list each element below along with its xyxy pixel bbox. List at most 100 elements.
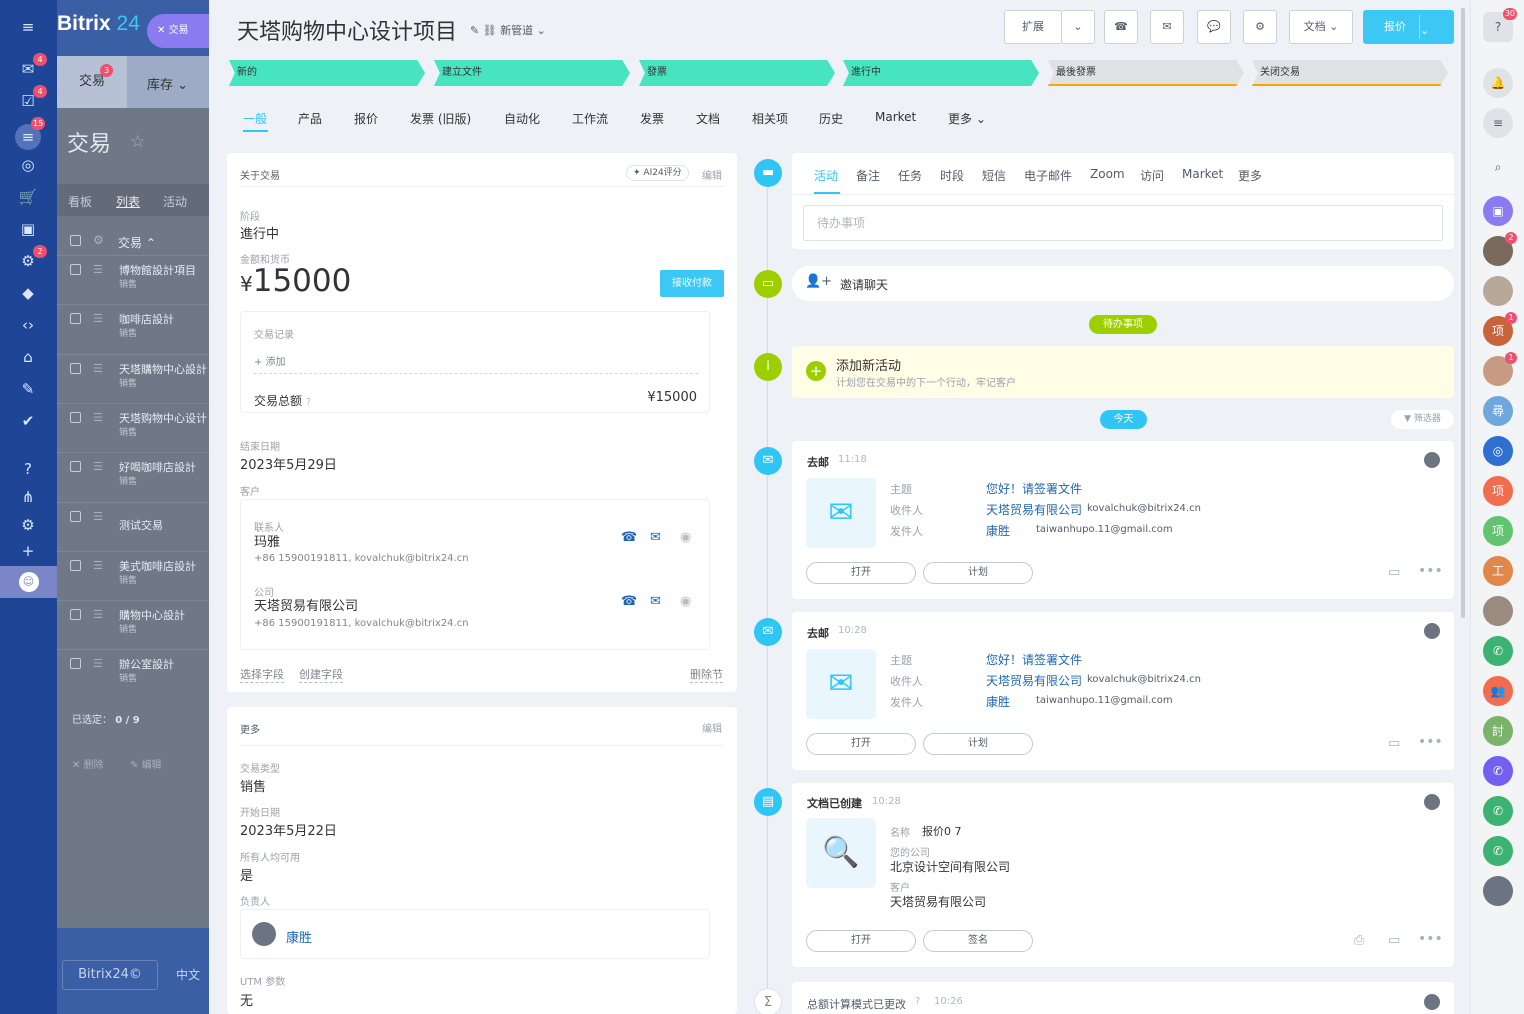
chat-avatar[interactable]: 项1 [1483,312,1517,346]
receive-payment-button[interactable]: 接收付款 [660,270,724,297]
tab-deals[interactable]: 交易 3 [57,56,127,108]
expand-dropdown[interactable]: ⌄ [1061,10,1095,44]
avatar[interactable]: 1 [1483,352,1517,386]
row-title[interactable]: 辦公室設計 [119,656,174,672]
row-menu-icon[interactable]: ☰ [93,510,103,523]
open-button[interactable]: 打开 [806,562,916,584]
tab-3[interactable]: 发票 (旧版) [410,110,471,127]
cart-icon[interactable]: 🛒 [17,188,39,206]
row-checkbox[interactable] [70,658,81,670]
table-row[interactable]: ☰ 好喝咖啡店設計 销售 [57,452,209,501]
deal-type-value[interactable]: 销售 [240,776,266,795]
tab-8[interactable]: 相关项 [752,110,788,127]
chat-avatar[interactable]: 討 [1483,716,1513,746]
stage-3[interactable]: 進行中 [843,60,1039,86]
view-activity[interactable]: 活动 [163,193,187,210]
available-value[interactable]: 是 [240,865,253,884]
crm-icon[interactable]: ≡ 15 [15,117,46,150]
timeline-tab-5[interactable]: 电子邮件 [1024,167,1072,184]
chat-avatar[interactable]: 项 [1483,516,1513,546]
edit-button[interactable]: ✎ 编辑 [130,756,162,771]
print-icon[interactable]: ⎙ [1354,933,1364,948]
whatsapp-icon[interactable]: ✆ [1483,836,1513,866]
edit-link[interactable]: 编辑 [702,167,722,182]
ai-score-button[interactable]: ✦ AI24评分 [626,165,689,181]
sign-icon[interactable]: ✎ [17,380,39,398]
row-checkbox[interactable] [70,609,81,621]
group-icon[interactable]: ◎ [1483,436,1513,466]
select-all-checkbox[interactable] [70,235,81,246]
tab-7[interactable]: 文档 [696,110,720,127]
row-title[interactable]: 美式咖啡店設計 [119,558,196,574]
row-menu-icon[interactable]: ☰ [93,362,103,375]
note-icon[interactable]: ▭ [1388,736,1400,751]
chat-avatar[interactable]: 工 [1483,556,1513,586]
open-button[interactable]: 打开 [806,733,916,755]
row-menu-icon[interactable]: ☰ [93,411,103,424]
row-menu-icon[interactable]: ☰ [93,263,103,276]
row-checkbox[interactable] [70,559,81,571]
tab-4[interactable]: 自动化 [504,110,540,127]
open-button[interactable]: 打开 [806,930,916,952]
doc-name[interactable]: 报价0 7 [922,823,962,839]
invite-chat-row[interactable]: 👤+ 邀请聊天 [792,266,1454,301]
add-icon[interactable]: + [17,542,39,560]
field-value[interactable]: 天塔贸易有限公司 [986,501,1082,518]
tab-6[interactable]: 发票 [640,110,664,127]
timeline-tab-6[interactable]: Zoom [1090,167,1125,181]
question-icon[interactable]: ? [915,996,920,1007]
row-menu-icon[interactable]: ☰ [93,559,103,572]
timeline-tab-2[interactable]: 任务 [898,167,922,184]
users-icon[interactable]: 👥 [1483,676,1513,706]
row-checkbox[interactable] [70,264,81,275]
more-icon[interactable]: ••• [1418,931,1443,947]
whatsapp-icon[interactable]: ✆ [1483,636,1513,666]
table-row[interactable]: ☰ 咖啡店設計 销售 [57,304,209,353]
whatsapp-icon[interactable]: ✆ [1483,796,1513,826]
plan-button[interactable]: 计划 [923,733,1033,755]
tasks-icon[interactable]: ☑ 4 [17,85,47,110]
settings-icon[interactable]: ⚙ [17,516,39,534]
table-row[interactable]: ☰ 测试交易 [57,501,209,551]
help-icon[interactable]: ? [17,460,39,478]
row-title[interactable]: 天塔购物中心设计 [119,410,207,426]
quote-button[interactable]: 报价 ⌄ [1363,10,1454,44]
row-checkbox[interactable] [70,362,81,374]
row-title[interactable]: 测试交易 [119,517,163,533]
field-value[interactable]: 您好！请签署文件 [986,480,1082,497]
note-icon[interactable]: ▭ [1388,933,1400,948]
timeline-tab-8[interactable]: Market [1182,167,1223,181]
create-field-link[interactable]: 创建字段 [299,666,343,683]
pipeline-selector[interactable]: ✎ ⛓ 新管道 ⌄ [470,22,546,38]
mail-icon[interactable]: ✉ [650,530,661,545]
row-title[interactable]: 咖啡店設計 [119,311,174,327]
row-checkbox[interactable] [70,510,81,522]
help-icon[interactable]: ? 30 [1483,8,1517,42]
phone-icon[interactable]: ☎ [1104,10,1138,44]
gear-icon[interactable]: ⚙ [1243,10,1277,44]
box-icon[interactable]: ◆ [17,284,39,302]
gear-icon[interactable]: ⚙ [93,233,104,247]
stage-4[interactable]: 最後發票 [1048,60,1244,86]
footer-logo[interactable]: Bitrix24© [62,960,158,990]
field-value[interactable]: 康胜 [986,522,1010,539]
column-header[interactable]: 交易 ⌃ [118,234,156,251]
amount-value[interactable]: ¥15000 [240,263,351,299]
table-row[interactable]: ☰ 博物館設計項目 销售 [57,255,209,304]
target-icon[interactable]: ◎ [17,156,39,174]
avatar[interactable]: 2 [1483,232,1517,266]
robot-icon[interactable]: ⚙ 2 [17,245,47,270]
tab-2[interactable]: 报价 [354,110,378,127]
scrollbar[interactable] [1461,8,1465,618]
row-title[interactable]: 購物中心設計 [119,607,185,623]
add-icon[interactable]: + [806,361,826,381]
timeline-tab-4[interactable]: 短信 [982,167,1006,184]
row-menu-icon[interactable]: ☰ [93,460,103,473]
chat-avatar[interactable]: 尋 [1483,396,1513,426]
todo-input[interactable]: 待办事项 [803,205,1443,241]
stage-1[interactable]: 建立文件 [434,60,630,86]
avatar[interactable] [1483,276,1513,306]
table-row[interactable]: ☰ 天塔购物中心设计 销售 [57,402,209,452]
star-icon[interactable]: ☆ [130,132,145,152]
row-checkbox[interactable] [70,411,81,423]
